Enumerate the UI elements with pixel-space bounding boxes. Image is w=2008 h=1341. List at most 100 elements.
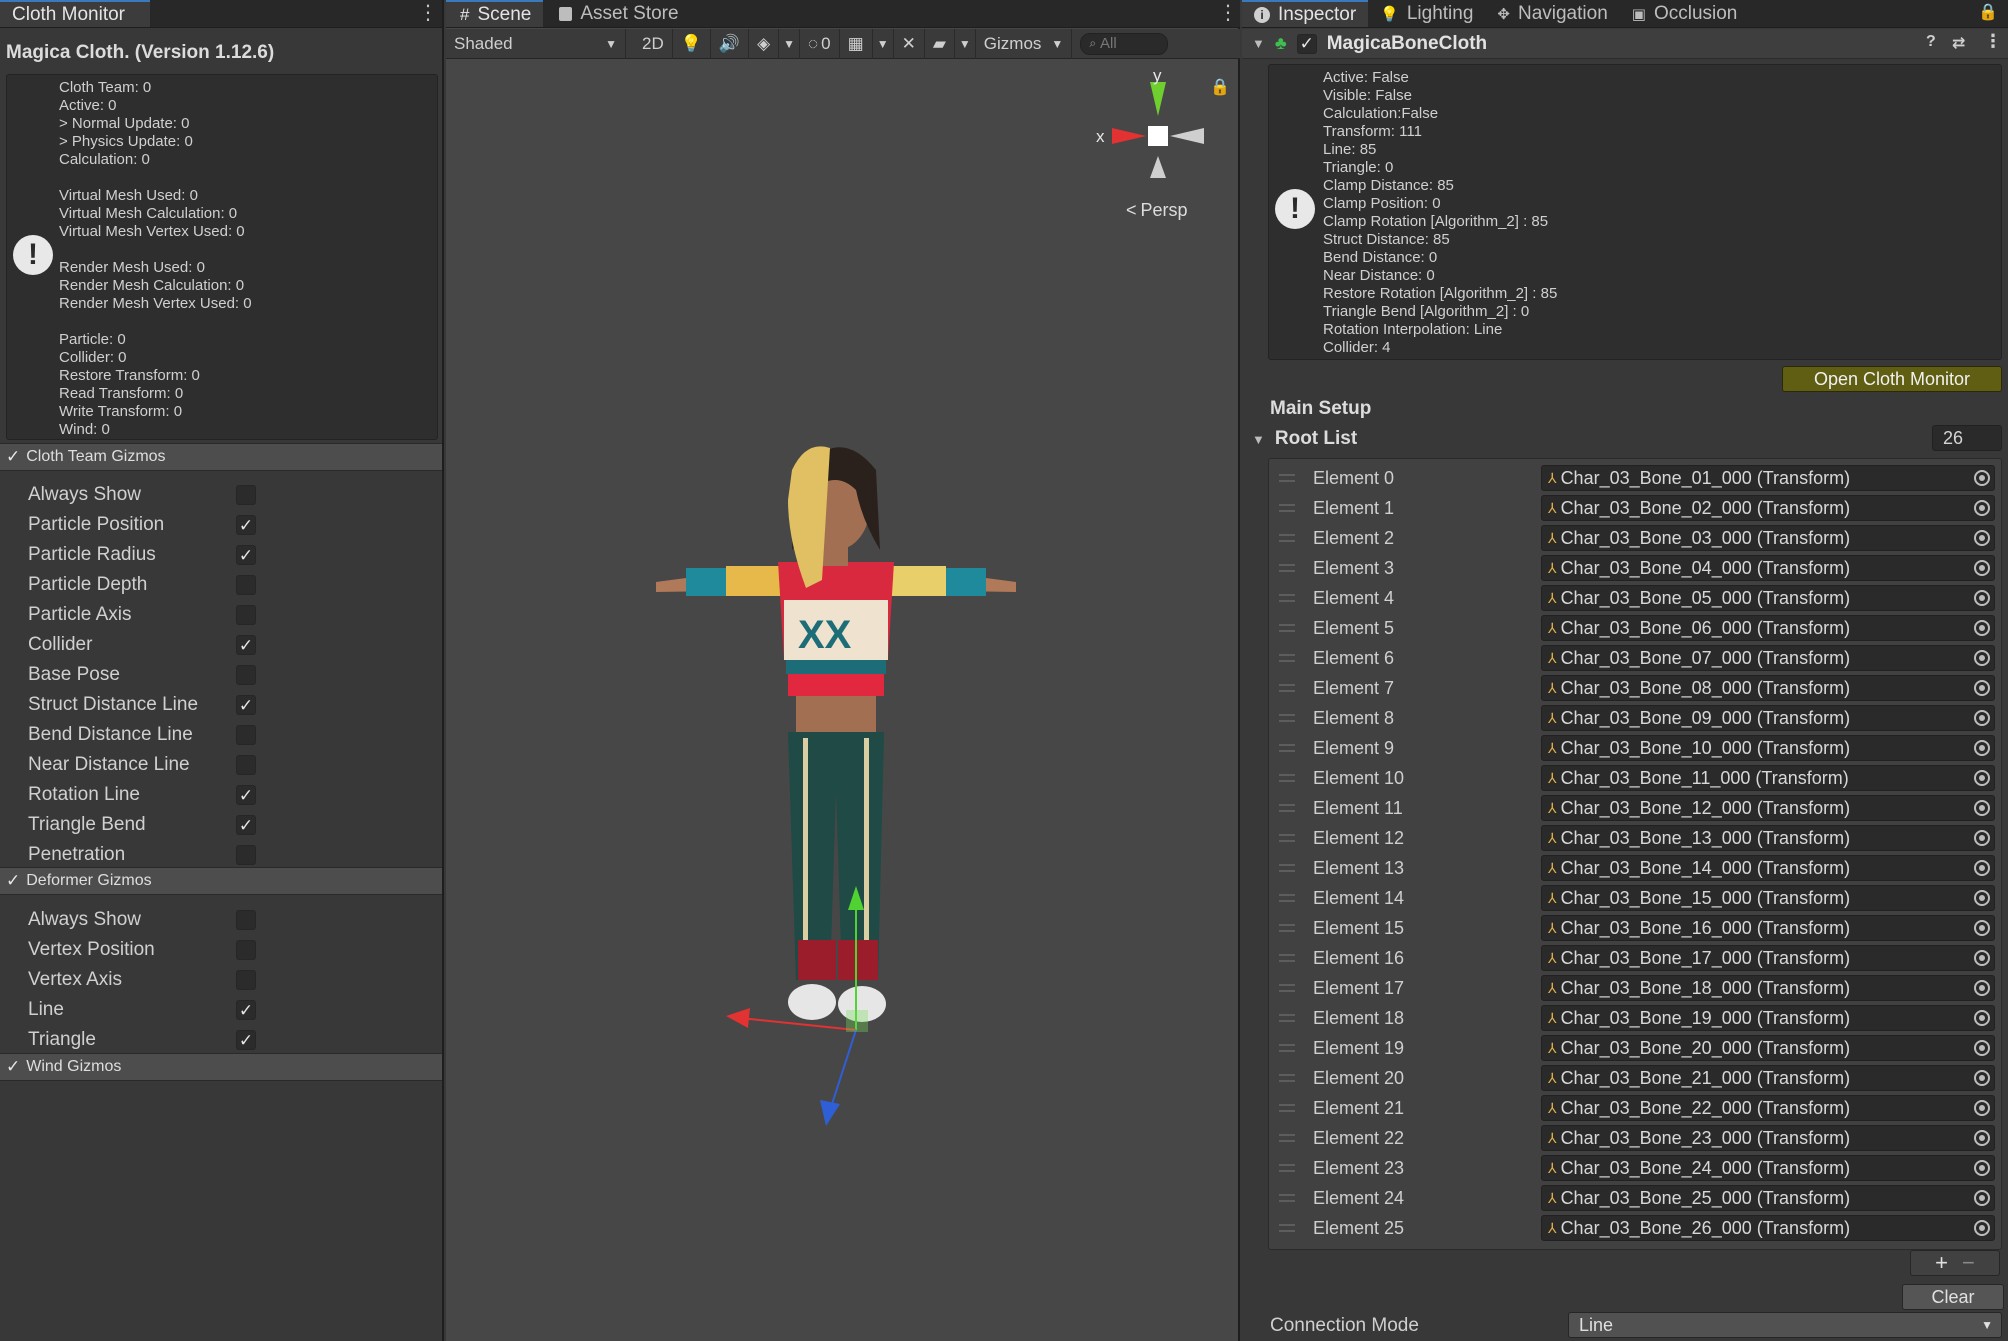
transform-object-field[interactable]: ⅄ Char_03_Bone_02_000 (Transform) [1541,495,1995,521]
object-picker-icon[interactable] [1974,920,1990,936]
gizmo-option-row[interactable]: Base Pose [28,661,256,689]
gizmos-dropdown[interactable]: Gizmos ▼ [976,28,1073,59]
open-cloth-monitor-button[interactable]: Open Cloth Monitor [1782,366,2002,392]
move-z-axis[interactable] [831,1029,857,1105]
transform-object-field[interactable]: ⅄ Char_03_Bone_06_000 (Transform) [1541,615,1995,641]
transform-object-field[interactable]: ⅄ Char_03_Bone_05_000 (Transform) [1541,585,1995,611]
gizmo-option-checkbox[interactable] [236,485,256,505]
root-list-element[interactable]: Element 4 ⅄ Char_03_Bone_05_000 (Transform… [1269,583,2001,613]
drag-handle-icon[interactable] [1279,834,1295,842]
object-picker-icon[interactable] [1974,530,1990,546]
transform-object-field[interactable]: ⅄ Char_03_Bone_20_000 (Transform) [1541,1035,1995,1061]
drag-handle-icon[interactable] [1279,1014,1295,1022]
drag-handle-icon[interactable] [1279,594,1295,602]
gizmo-option-checkbox[interactable]: ✓ [236,515,256,535]
transform-object-field[interactable]: ⅄ Char_03_Bone_11_000 (Transform) [1541,765,1995,791]
transform-object-field[interactable]: ⅄ Char_03_Bone_04_000 (Transform) [1541,555,1995,581]
root-list-element[interactable]: Element 15 ⅄ Char_03_Bone_16_000 (Transfor… [1269,913,2001,943]
object-picker-icon[interactable] [1974,710,1990,726]
lock-icon[interactable]: 🔒 [1978,2,1998,22]
object-picker-icon[interactable] [1974,1040,1990,1056]
move-tool-gizmo[interactable] [716,880,916,1140]
object-picker-icon[interactable] [1974,1070,1990,1086]
object-picker-icon[interactable] [1974,800,1990,816]
root-list-element[interactable]: Element 6 ⅄ Char_03_Bone_07_000 (Transform… [1269,643,2001,673]
drag-handle-icon[interactable] [1279,744,1295,752]
section-enabled-check-icon[interactable]: ✓ [6,447,20,467]
component-menu-icon[interactable]: ⋮ [1984,31,2002,52]
root-list-element[interactable]: Element 3 ⅄ Char_03_Bone_04_000 (Transform… [1269,553,2001,583]
gizmo-option-row[interactable]: Particle Depth [28,571,256,599]
gizmo-option-checkbox[interactable] [236,665,256,685]
gizmo-option-checkbox[interactable] [236,725,256,745]
root-list-element[interactable]: Element 8 ⅄ Char_03_Bone_09_000 (Transform… [1269,703,2001,733]
root-list-element[interactable]: Element 25 ⅄ Char_03_Bone_26_000 (Transfor… [1269,1213,2001,1243]
drag-handle-icon[interactable] [1279,804,1295,812]
root-list-element[interactable]: Element 10 ⅄ Char_03_Bone_11_000 (Transfor… [1269,763,2001,793]
transform-object-field[interactable]: ⅄ Char_03_Bone_01_000 (Transform) [1541,465,1995,491]
object-picker-icon[interactable] [1974,890,1990,906]
lighting-toggle-icon[interactable]: 💡 [673,28,711,59]
transform-object-field[interactable]: ⅄ Char_03_Bone_26_000 (Transform) [1541,1215,1995,1241]
transform-object-field[interactable]: ⅄ Char_03_Bone_19_000 (Transform) [1541,1005,1995,1031]
object-picker-icon[interactable] [1974,1130,1990,1146]
transform-object-field[interactable]: ⅄ Char_03_Bone_22_000 (Transform) [1541,1095,1995,1121]
gizmo-option-checkbox[interactable]: ✓ [236,1000,256,1020]
root-list-element[interactable]: Element 22 ⅄ Char_03_Bone_23_000 (Transfor… [1269,1123,2001,1153]
object-picker-icon[interactable] [1974,1100,1990,1116]
axis-x-cone[interactable] [1112,128,1146,144]
effects-dropdown-chevron-icon[interactable]: ▼ [779,28,801,59]
root-list-element[interactable]: Element 19 ⅄ Char_03_Bone_20_000 (Transfor… [1269,1033,2001,1063]
gizmo-option-checkbox[interactable] [236,970,256,990]
scene-view[interactable]: # Scene Asset Store ⋮ Shaded ▼ 2D 💡 🔊 ◈ … [446,0,1240,1341]
object-picker-icon[interactable] [1974,1010,1990,1026]
gizmo-option-row[interactable]: Vertex Position [28,936,256,964]
camera-icon[interactable]: ▰ [925,28,955,59]
drag-handle-icon[interactable] [1279,504,1295,512]
move-y-arrow[interactable] [848,886,864,910]
object-picker-icon[interactable] [1974,1190,1990,1206]
root-list-element[interactable]: Element 9 ⅄ Char_03_Bone_10_000 (Transform… [1269,733,2001,763]
gizmo-option-row[interactable]: Triangle Bend ✓ [28,811,256,839]
tab-inspector[interactable]: i Inspector [1242,0,1369,27]
move-x-axis[interactable] [739,1017,857,1031]
transform-object-field[interactable]: ⅄ Char_03_Bone_09_000 (Transform) [1541,705,1995,731]
object-picker-icon[interactable] [1974,560,1990,576]
toggle-2d-button[interactable]: 2D [634,28,673,59]
gizmo-option-row[interactable]: Bend Distance Line [28,721,256,749]
root-list-element[interactable]: Element 24 ⅄ Char_03_Bone_25_000 (Transfor… [1269,1183,2001,1213]
tab-asset-store[interactable]: Asset Store [543,0,690,27]
drag-handle-icon[interactable] [1279,1134,1295,1142]
drag-handle-icon[interactable] [1279,624,1295,632]
gizmo-option-row[interactable]: Penetration [28,841,256,869]
lock-icon[interactable]: 🔒 [1210,78,1230,96]
gizmo-option-checkbox[interactable] [236,605,256,625]
effects-toggle-icon[interactable]: ◈ [749,28,780,59]
tab-navigation[interactable]: ✥ Navigation [1485,0,1619,27]
transform-object-field[interactable]: ⅄ Char_03_Bone_21_000 (Transform) [1541,1065,1995,1091]
drag-handle-icon[interactable] [1279,474,1295,482]
root-list-element[interactable]: Element 18 ⅄ Char_03_Bone_19_000 (Transfor… [1269,1003,2001,1033]
gizmo-option-row[interactable]: Near Distance Line [28,751,256,779]
gizmo-option-row[interactable]: Triangle ✓ [28,1026,256,1054]
object-picker-icon[interactable] [1974,680,1990,696]
axis-negx-cone[interactable] [1170,128,1204,144]
section-wind-gizmos[interactable]: ✓ Wind Gizmos [0,1053,442,1081]
root-list-foldout[interactable]: ▼ Root List [1252,428,1357,450]
transform-object-field[interactable]: ⅄ Char_03_Bone_17_000 (Transform) [1541,945,1995,971]
transform-object-field[interactable]: ⅄ Char_03_Bone_08_000 (Transform) [1541,675,1995,701]
gizmo-option-checkbox[interactable] [236,755,256,775]
gizmo-option-checkbox[interactable]: ✓ [236,815,256,835]
scene-menu-icon[interactable]: ⋮ [1218,3,1238,23]
gizmo-option-row[interactable]: Particle Position ✓ [28,511,256,539]
axis-negz-cone[interactable] [1150,156,1166,178]
gizmo-option-row[interactable]: Collider ✓ [28,631,256,659]
root-list-element[interactable]: Element 14 ⅄ Char_03_Bone_15_000 (Transfor… [1269,883,2001,913]
object-picker-icon[interactable] [1974,500,1990,516]
hidden-objects-button[interactable]: ◌ 0 [800,28,840,59]
object-picker-icon[interactable] [1974,860,1990,876]
gizmo-option-checkbox[interactable]: ✓ [236,695,256,715]
object-picker-icon[interactable] [1974,740,1990,756]
section-deformer-gizmos[interactable]: ✓ Deformer Gizmos [0,867,442,895]
drag-handle-icon[interactable] [1279,1044,1295,1052]
